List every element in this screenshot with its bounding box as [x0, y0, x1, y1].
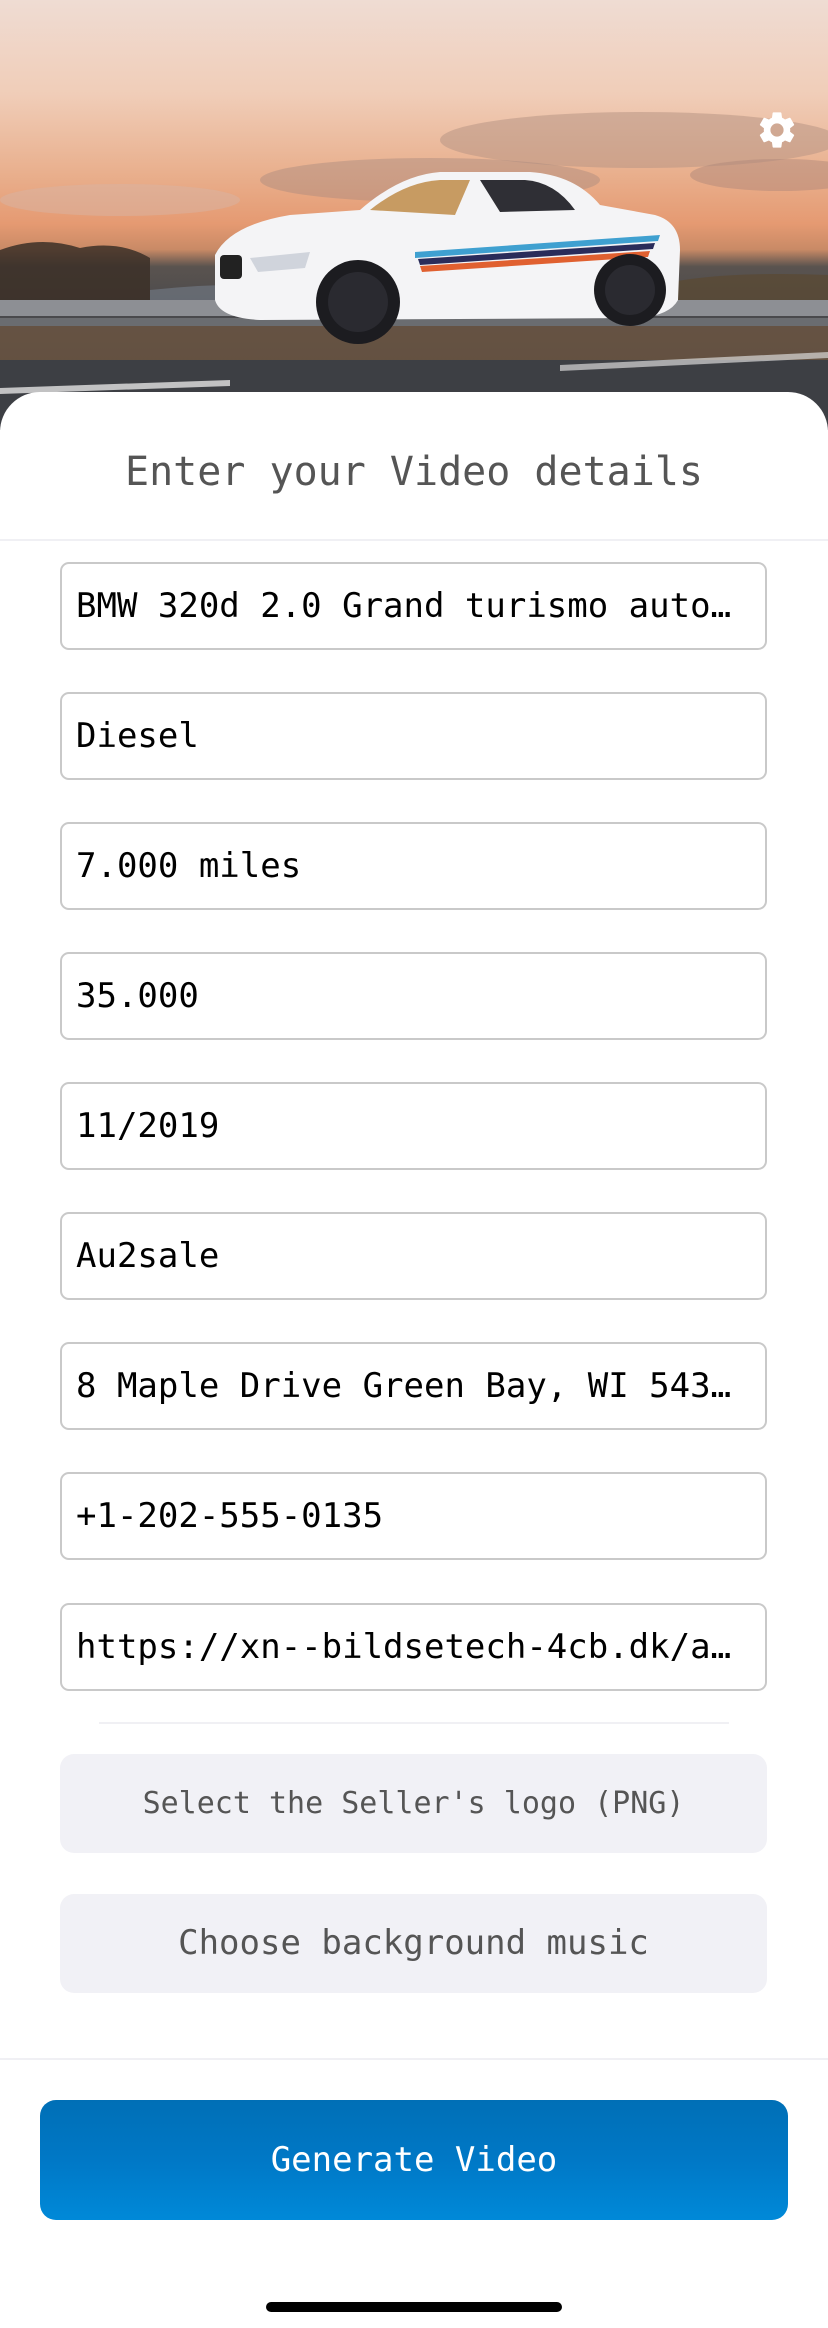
phone-input[interactable]: +1-202-555-0135	[60, 1472, 767, 1560]
header-car-image	[0, 0, 828, 430]
choose-music-button[interactable]: Choose background music	[60, 1894, 767, 1993]
generate-video-button[interactable]: Generate Video	[40, 2100, 788, 2220]
fuel-type-input[interactable]: Diesel	[60, 692, 767, 780]
mileage-input[interactable]: 7.000 miles	[60, 822, 767, 910]
price-input[interactable]: 35.000	[60, 952, 767, 1040]
home-indicator[interactable]	[266, 2302, 562, 2312]
form-title: Enter your Video details	[125, 449, 703, 495]
seller-name-input[interactable]: Au2sale	[60, 1212, 767, 1300]
address-input[interactable]: 8 Maple Drive Green Bay, WI 54302	[60, 1342, 767, 1430]
select-logo-button[interactable]: Select the Seller's logo (PNG)	[60, 1754, 767, 1853]
settings-button[interactable]	[755, 108, 799, 152]
gear-icon	[759, 112, 795, 148]
section-separator	[99, 1722, 729, 1724]
title-divider	[0, 539, 828, 541]
registration-date-input[interactable]: 11/2019	[60, 1082, 767, 1170]
footer-divider	[0, 2058, 828, 2060]
car-model-input[interactable]: BMW 320d 2.0 Grand turismo automatic	[60, 562, 767, 650]
website-input[interactable]: https://xn--bildsetech-4cb.dk/auto	[60, 1603, 767, 1691]
car-photo-illustration	[0, 112, 828, 430]
